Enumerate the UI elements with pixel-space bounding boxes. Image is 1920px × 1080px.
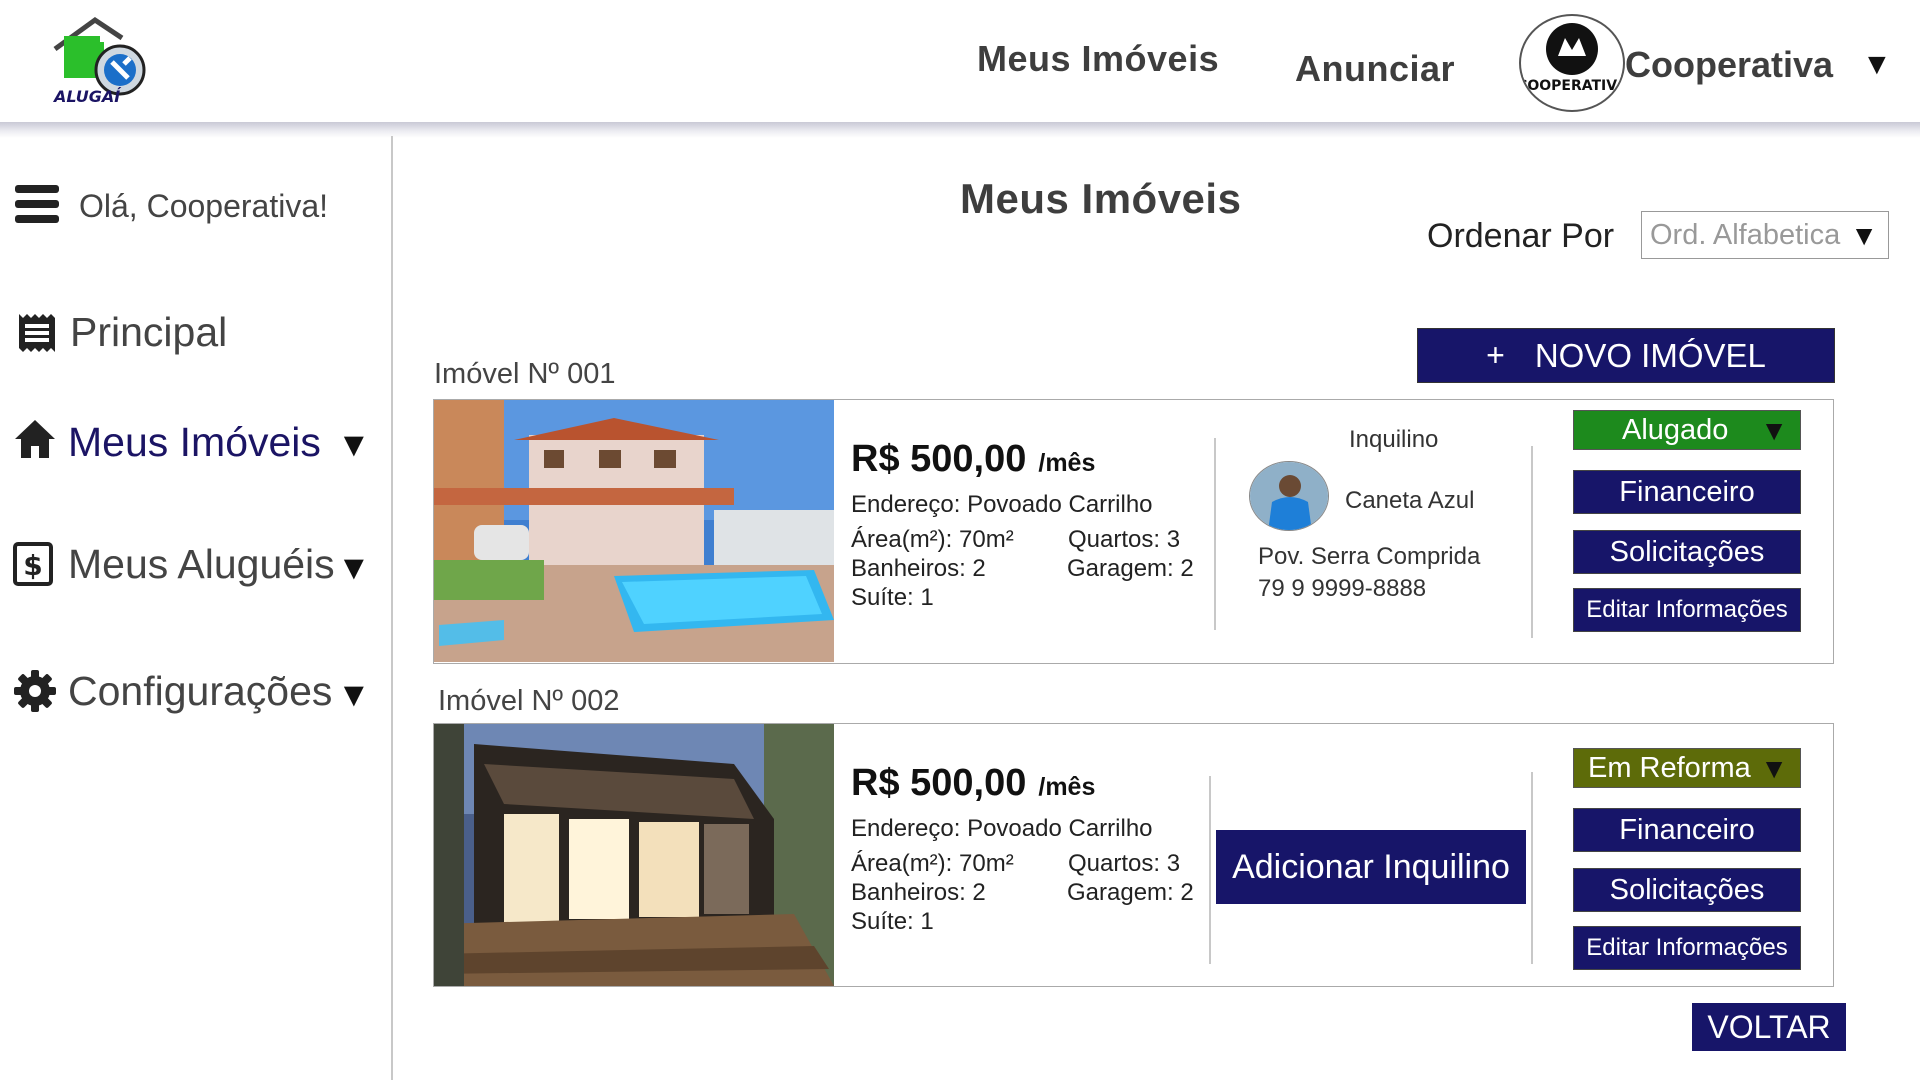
property-1-status-select[interactable]: Alugado ▼ <box>1573 410 1801 450</box>
property-1-divider-right <box>1531 446 1533 638</box>
sort-label: Ordenar Por <box>1427 217 1615 255</box>
sidebar-greeting: Olá, Cooperativa! <box>79 188 329 224</box>
property-2-bathrooms: Banheiros: 2 <box>851 879 986 906</box>
property-1-status-label: Alugado <box>1622 413 1729 446</box>
new-property-button-label: NOVO IMÓVEL <box>1534 336 1766 374</box>
sidebar-item-configuracoes[interactable]: Configurações <box>68 668 332 715</box>
property-2-status-label: Em Reforma <box>1588 751 1751 784</box>
property-2-garage: Garagem: 2 <box>1067 879 1194 906</box>
back-button[interactable]: VOLTAR <box>1692 1003 1846 1051</box>
property-2-editar-button[interactable]: Editar Informações <box>1573 926 1801 970</box>
property-1-area: Área(m²): 70m² <box>851 526 1014 553</box>
meus-imoveis-expand-arrow-icon[interactable]: ▼ <box>337 426 371 465</box>
property-1-editar-button[interactable]: Editar Informações <box>1573 588 1801 632</box>
property-1-label: Imóvel Nº 001 <box>434 358 616 390</box>
sidebar-item-meus-alugueis[interactable]: Meus Aluguéis <box>68 541 335 588</box>
property-1-bathrooms: Banheiros: 2 <box>851 555 986 582</box>
account-avatar-text: COOPERATIVA <box>1521 78 1623 94</box>
property-1-tenant-name[interactable]: Caneta Azul <box>1345 487 1474 515</box>
plus-icon: + <box>1486 337 1505 373</box>
home-icon <box>14 418 56 465</box>
property-1-price: R$ 500,00/mês <box>851 438 1095 481</box>
property-2-price: R$ 500,00/mês <box>851 762 1095 805</box>
sidebar-item-principal[interactable]: Principal <box>70 309 227 356</box>
logo-text: ALUGAÍ <box>52 87 122 106</box>
sort-dropdown-arrow-icon: ▼ <box>1850 220 1878 251</box>
property-1-tenant-address: Pov. Serra Comprida <box>1258 543 1481 570</box>
property-1-suite: Suíte: 1 <box>851 584 934 611</box>
property-1-price-period: /mês <box>1038 449 1096 477</box>
account-avatar[interactable]: COOPERATIVA <box>1519 14 1625 112</box>
property-2-divider-right <box>1531 772 1533 964</box>
tenant-avatar[interactable] <box>1249 461 1329 531</box>
property-card-2: R$ 500,00/mês Endereço: Povoado Carrilho… <box>433 723 1834 987</box>
receipt-icon <box>17 312 57 361</box>
property-2-financeiro-button[interactable]: Financeiro <box>1573 808 1801 852</box>
property-1-rooms: Quartos: 3 <box>1068 526 1181 553</box>
property-2-photo[interactable] <box>434 724 834 986</box>
property-2-price-value: R$ 500,00 <box>851 762 1027 804</box>
header-shadow <box>0 122 1920 138</box>
property-1-price-value: R$ 500,00 <box>851 438 1027 480</box>
property-2-solicitacoes-button[interactable]: Solicitações <box>1573 868 1801 912</box>
property-2-address: Endereço: Povoado Carrilho <box>851 815 1153 842</box>
new-property-button[interactable]: + NOVO IMÓVEL <box>1417 328 1835 383</box>
property-1-address: Endereço: Povoado Carrilho <box>851 491 1153 518</box>
meus-alugueis-expand-arrow-icon[interactable]: ▼ <box>337 549 371 588</box>
property-1-tenant-phone: 79 9 9999-8888 <box>1258 575 1427 602</box>
property-2-suite: Suíte: 1 <box>851 908 934 935</box>
property-2-area: Área(m²): 70m² <box>851 850 1014 877</box>
property-1-financeiro-button[interactable]: Financeiro <box>1573 470 1801 514</box>
nav-meus-imoveis[interactable]: Meus Imóveis <box>977 38 1219 80</box>
nav-anunciar[interactable]: Anunciar <box>1295 48 1455 90</box>
property-2-label: Imóvel Nº 002 <box>438 685 620 717</box>
svg-text:$: $ <box>23 549 42 582</box>
status-dropdown-arrow-icon: ▼ <box>1760 415 1788 446</box>
alugai-logo[interactable]: ALUGAÍ <box>50 14 150 106</box>
property-1-solicitacoes-button[interactable]: Solicitações <box>1573 530 1801 574</box>
sidebar-item-meus-imoveis[interactable]: Meus Imóveis <box>68 419 321 466</box>
property-1-photo[interactable] <box>434 400 834 662</box>
dollar-icon: $ <box>13 542 53 591</box>
property-2-divider-left <box>1209 776 1211 964</box>
top-header: ALUGAÍ Meus Imóveis Anunciar COOPERATIVA… <box>0 0 1920 122</box>
status-dropdown-arrow-icon: ▼ <box>1760 753 1788 784</box>
sort-select[interactable]: Ord. Alfabetica ▼ <box>1641 211 1889 259</box>
sidebar-divider <box>391 136 393 1080</box>
page-title: Meus Imóveis <box>960 175 1242 222</box>
gear-icon <box>14 670 56 717</box>
hamburger-menu-icon[interactable] <box>15 183 59 230</box>
sort-select-value: Ord. Alfabetica <box>1650 219 1841 251</box>
property-1-tenant-title: Inquilino <box>1349 426 1439 453</box>
account-dropdown-arrow-icon[interactable]: ▼ <box>1862 48 1892 82</box>
property-card-1: R$ 500,00/mês Endereço: Povoado Carrilho… <box>433 399 1834 664</box>
account-menu-label[interactable]: Cooperativa <box>1625 44 1833 86</box>
property-2-rooms: Quartos: 3 <box>1068 850 1181 877</box>
property-1-garage: Garagem: 2 <box>1067 555 1194 582</box>
property-1-divider-left <box>1214 438 1216 630</box>
property-2-price-period: /mês <box>1038 773 1096 801</box>
property-2-status-select[interactable]: Em Reforma ▼ <box>1573 748 1801 788</box>
add-tenant-button[interactable]: Adicionar Inquilino <box>1216 830 1526 904</box>
configuracoes-expand-arrow-icon[interactable]: ▼ <box>337 676 371 715</box>
